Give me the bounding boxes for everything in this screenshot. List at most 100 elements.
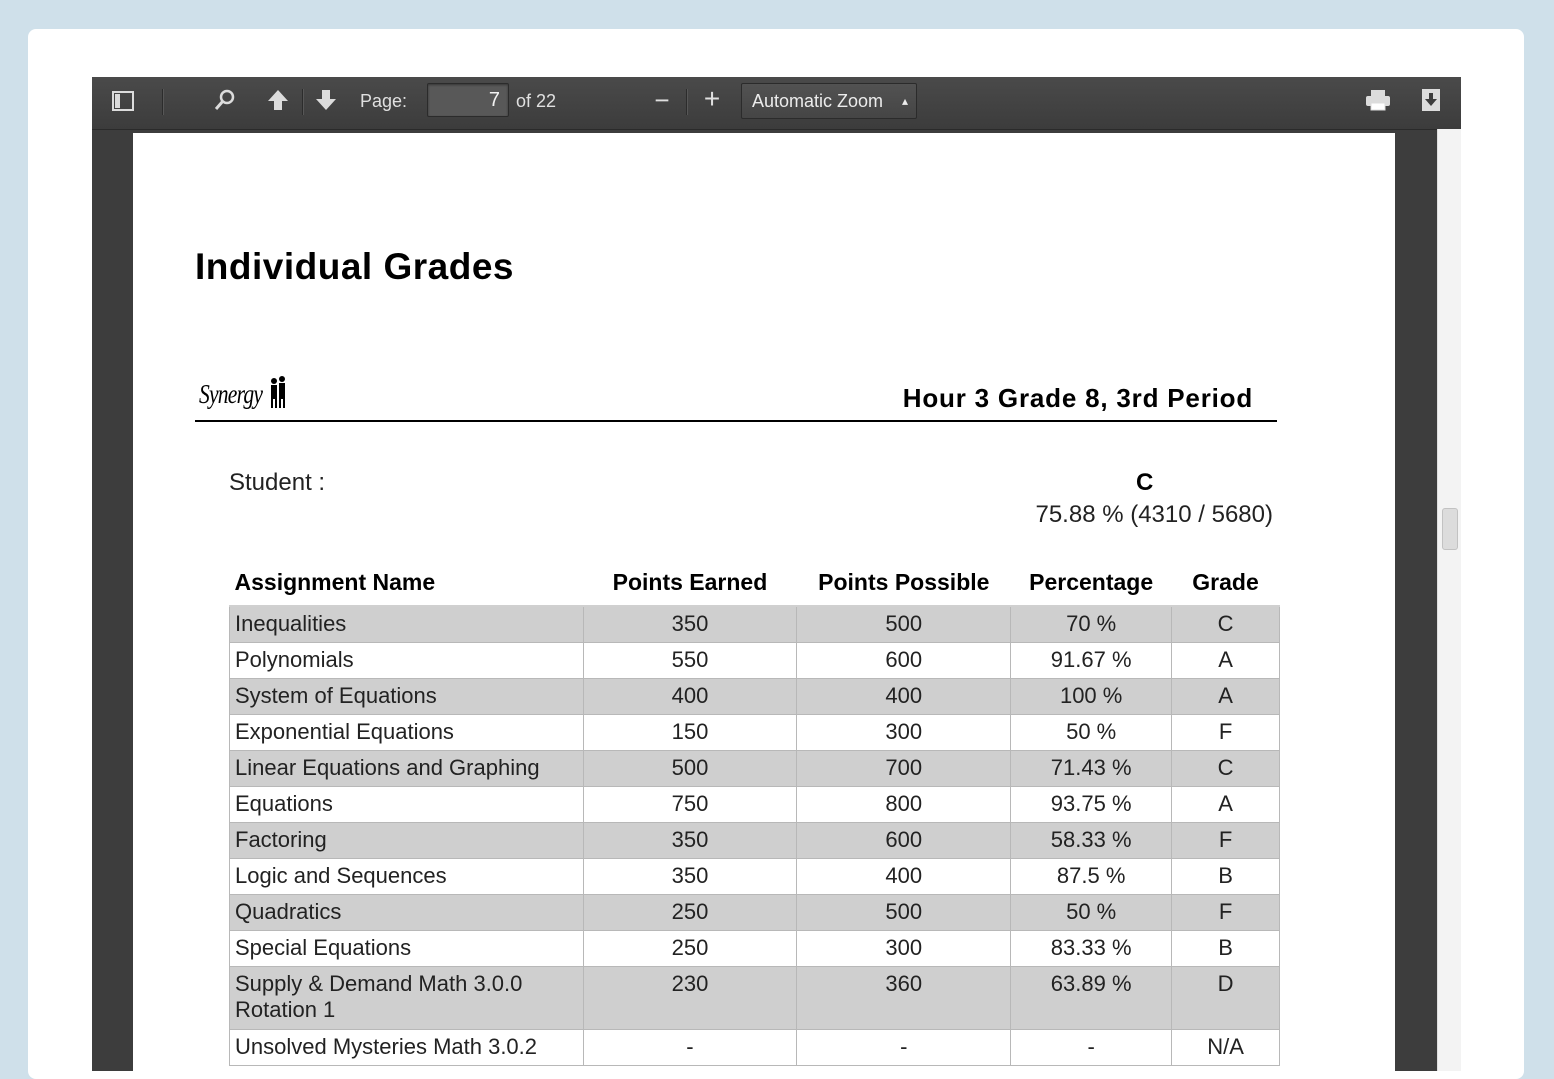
pdf-viewer: Page: of 22 − + Automatic Zoom ▴ Individ… xyxy=(92,77,1461,1071)
percentage: 87.5 % xyxy=(1010,858,1173,895)
print-icon[interactable] xyxy=(1364,87,1392,113)
points-possible: 600 xyxy=(796,642,1012,679)
assignment-name: Unsolved Mysteries Math 3.0.2 xyxy=(229,1029,584,1066)
points-possible: 800 xyxy=(796,786,1012,823)
percentage: - xyxy=(1010,1029,1173,1066)
synergy-logo: Synergy xyxy=(199,376,288,410)
page-label: Page: xyxy=(360,91,408,111)
grade: A xyxy=(1171,678,1280,715)
points-possible: 700 xyxy=(796,750,1012,787)
column-header: Assignment Name xyxy=(229,563,584,607)
grade: N/A xyxy=(1171,1029,1280,1066)
percentage: 93.75 % xyxy=(1010,786,1173,823)
points-earned: 500 xyxy=(582,750,798,787)
select-arrows-icon: ▴ xyxy=(901,94,908,108)
arrow-down-icon[interactable] xyxy=(312,86,340,114)
grade: F xyxy=(1171,714,1280,751)
points-earned: 750 xyxy=(582,786,798,823)
percentage: 83.33 % xyxy=(1010,930,1173,967)
zoom-select-value: Automatic Zoom xyxy=(752,91,884,111)
toolbar-separator xyxy=(686,89,688,115)
search-icon[interactable] xyxy=(212,87,238,113)
points-possible: 360 xyxy=(796,966,1012,1030)
points-earned: 350 xyxy=(582,605,798,643)
student-label: Student : xyxy=(229,469,326,496)
grade: B xyxy=(1171,930,1280,967)
zoom-in-button[interactable]: + xyxy=(700,83,724,114)
assignment-name: Polynomials xyxy=(229,642,584,679)
logo-figures-icon xyxy=(270,376,285,408)
table-row: Exponential Equations 150 300 50 % F xyxy=(229,714,1280,751)
assignment-name: Special Equations xyxy=(229,930,584,967)
table-row: Inequalities 350 500 70 % C xyxy=(229,605,1280,643)
points-possible: 500 xyxy=(796,605,1012,643)
points-earned: 250 xyxy=(582,894,798,931)
points-possible: 400 xyxy=(796,858,1012,895)
assignment-name: Logic and Sequences xyxy=(229,858,584,895)
toolbar-separator xyxy=(162,89,164,115)
points-possible: - xyxy=(796,1029,1012,1066)
zoom-out-button[interactable]: − xyxy=(650,85,674,115)
points-earned: 150 xyxy=(582,714,798,751)
table-row: Polynomials 550 600 91.67 % A xyxy=(229,642,1280,679)
points-earned: 230 xyxy=(582,966,798,1030)
vertical-scrollbar[interactable] xyxy=(1437,129,1461,1071)
grade: B xyxy=(1171,858,1280,895)
assignment-name: Supply & Demand Math 3.0.0 Rotation 1 xyxy=(229,966,584,1030)
class-title: Hour 3 Grade 8, 3rd Period xyxy=(902,383,1253,413)
points-earned: 350 xyxy=(582,822,798,859)
assignment-name: Inequalities xyxy=(229,605,584,643)
percentage: 50 % xyxy=(1010,894,1173,931)
points-earned: 550 xyxy=(582,642,798,679)
grade: C xyxy=(1171,605,1280,643)
grades-table: Assignment Name Points Earned Points Pos… xyxy=(229,563,1280,1066)
assignment-name: Factoring xyxy=(229,822,584,859)
toolbar-separator xyxy=(302,89,304,115)
table-row: Linear Equations and Graphing 500 700 71… xyxy=(229,750,1280,787)
assignment-name: Equations xyxy=(229,786,584,823)
grade: D xyxy=(1171,966,1280,1030)
page-total-label: of 22 xyxy=(516,91,557,111)
assignment-name: Exponential Equations xyxy=(229,714,584,751)
percentage: 63.89 % xyxy=(1010,966,1173,1030)
table-row: Equations 750 800 93.75 % A xyxy=(229,786,1280,823)
percentage: 58.33 % xyxy=(1010,822,1173,859)
document-title: Individual Grades xyxy=(195,246,514,287)
points-possible: 600 xyxy=(796,822,1012,859)
download-icon[interactable] xyxy=(1418,86,1444,114)
grade: C xyxy=(1171,750,1280,787)
pdf-page: Individual Grades Synergy Hour 3 Grade 8… xyxy=(133,133,1395,1071)
column-header: Percentage xyxy=(1010,563,1172,607)
points-earned: 350 xyxy=(582,858,798,895)
table-row: Factoring 350 600 58.33 % F xyxy=(229,822,1280,859)
header-rule xyxy=(195,420,1277,422)
assignment-name: System of Equations xyxy=(229,678,584,715)
column-header: Grade xyxy=(1171,563,1280,607)
table-header-row: Assignment Name Points Earned Points Pos… xyxy=(229,563,1280,607)
percentage: 50 % xyxy=(1010,714,1173,751)
points-possible: 400 xyxy=(796,678,1012,715)
table-row: Unsolved Mysteries Math 3.0.2 - - - N/A xyxy=(229,1029,1280,1066)
points-earned: 400 xyxy=(582,678,798,715)
zoom-select[interactable]: Automatic Zoom ▴ xyxy=(741,83,917,119)
table-row: Supply & Demand Math 3.0.0 Rotation 1 23… xyxy=(229,966,1280,1030)
table-row: Quadratics 250 500 50 % F xyxy=(229,894,1280,931)
page-number-input[interactable] xyxy=(427,83,509,117)
percentage: 71.43 % xyxy=(1010,750,1173,787)
overall-letter-grade: C xyxy=(1136,469,1154,496)
points-earned: 250 xyxy=(582,930,798,967)
arrow-up-icon[interactable] xyxy=(264,86,292,114)
points-possible: 300 xyxy=(796,714,1012,751)
table-row: System of Equations 400 400 100 % A xyxy=(229,678,1280,715)
points-earned: - xyxy=(582,1029,798,1066)
percentage: 91.67 % xyxy=(1010,642,1173,679)
grade: A xyxy=(1171,786,1280,823)
sidebar-toggle-icon[interactable] xyxy=(110,88,136,114)
grade: A xyxy=(1171,642,1280,679)
column-header: Points Possible xyxy=(796,563,1011,607)
table-row: Logic and Sequences 350 400 87.5 % B xyxy=(229,858,1280,895)
percentage: 70 % xyxy=(1010,605,1173,643)
column-header: Points Earned xyxy=(583,563,797,607)
scrollbar-thumb[interactable] xyxy=(1442,508,1458,550)
percentage: 100 % xyxy=(1010,678,1173,715)
